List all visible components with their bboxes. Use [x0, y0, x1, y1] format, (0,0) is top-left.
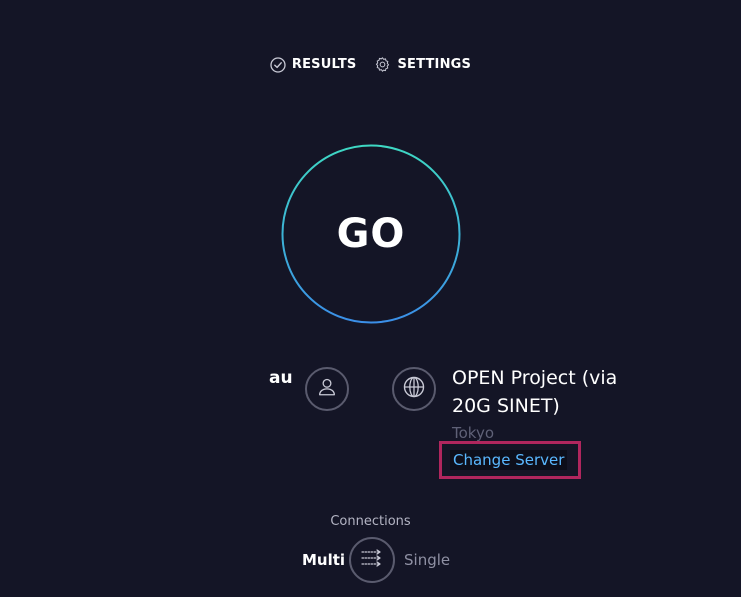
connections-label: Connections — [330, 514, 411, 529]
isp-icon-circle — [305, 367, 349, 411]
server-name: OPEN Project (via 20G SINET) — [452, 367, 618, 417]
top-nav: RESULTS SETTINGS — [0, 56, 741, 73]
multi-arrows-icon — [360, 547, 384, 573]
go-button[interactable]: GO — [283, 146, 459, 322]
user-icon — [316, 376, 338, 402]
settings-label: SETTINGS — [397, 57, 472, 72]
gear-icon — [374, 56, 391, 73]
results-label: RESULTS — [291, 57, 357, 72]
settings-link[interactable]: SETTINGS — [374, 56, 471, 73]
speedtest-page: RESULTS SETTINGS GO au OPEN Project (via… — [0, 0, 741, 597]
server-icon-circle — [392, 367, 436, 411]
isp-name: au — [269, 368, 293, 388]
globe-icon — [402, 375, 426, 403]
server-location: Tokyo — [452, 424, 494, 442]
connections-single-option[interactable]: Single — [404, 551, 450, 569]
check-circle-icon — [270, 56, 286, 73]
change-server-link[interactable]: Change Server — [450, 450, 568, 470]
connections-toggle[interactable] — [349, 537, 395, 583]
results-link[interactable]: RESULTS — [270, 56, 357, 73]
connections-multi-option[interactable]: Multi — [302, 551, 345, 569]
go-button-wrapper: GO — [281, 144, 461, 324]
